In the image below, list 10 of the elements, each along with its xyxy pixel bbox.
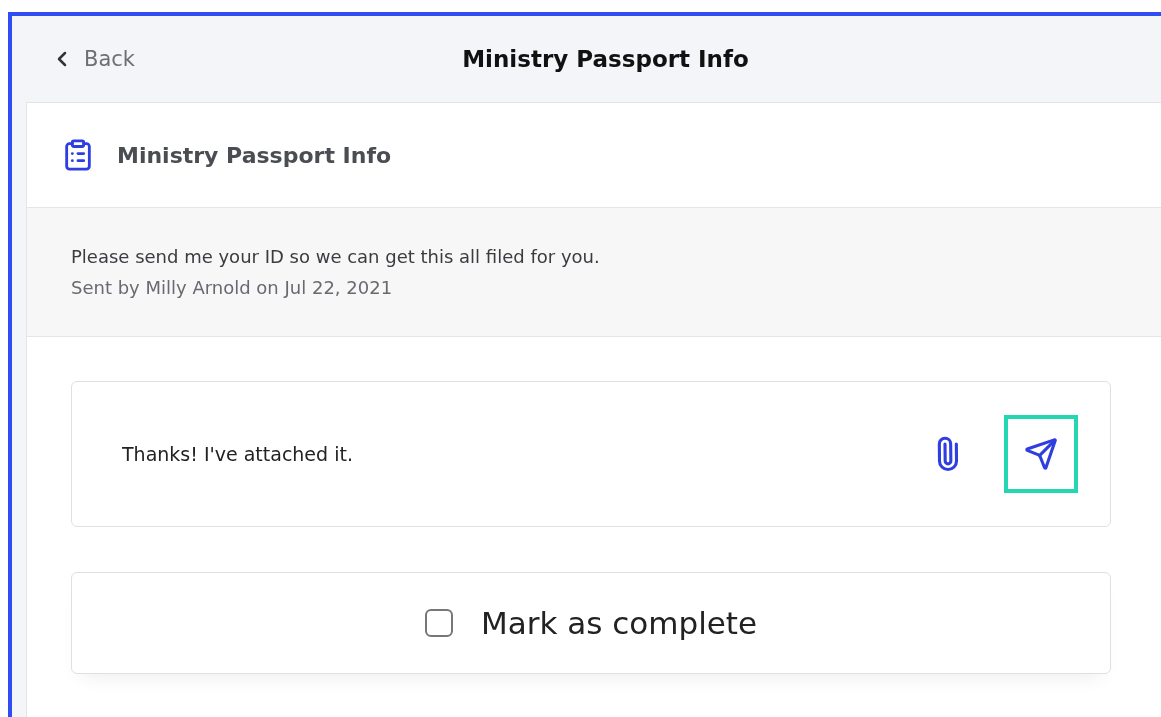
complete-label: Mark as complete xyxy=(480,605,758,641)
paper-plane-icon xyxy=(1024,437,1058,471)
back-button[interactable]: Back xyxy=(50,47,135,71)
message-meta: Sent by Milly Arnold on Jul 22, 2021 xyxy=(71,277,394,298)
reply-field[interactable]: Thanks! I've attached it. xyxy=(120,442,890,466)
send-button[interactable] xyxy=(1004,415,1078,493)
complete-checkbox[interactable] xyxy=(424,609,453,637)
card-title: Ministry Passport Info xyxy=(117,142,392,168)
message-text: Please send me your ID so we can get this all filed for you. xyxy=(71,246,601,267)
page-title: Ministry Passport Info xyxy=(462,46,749,72)
